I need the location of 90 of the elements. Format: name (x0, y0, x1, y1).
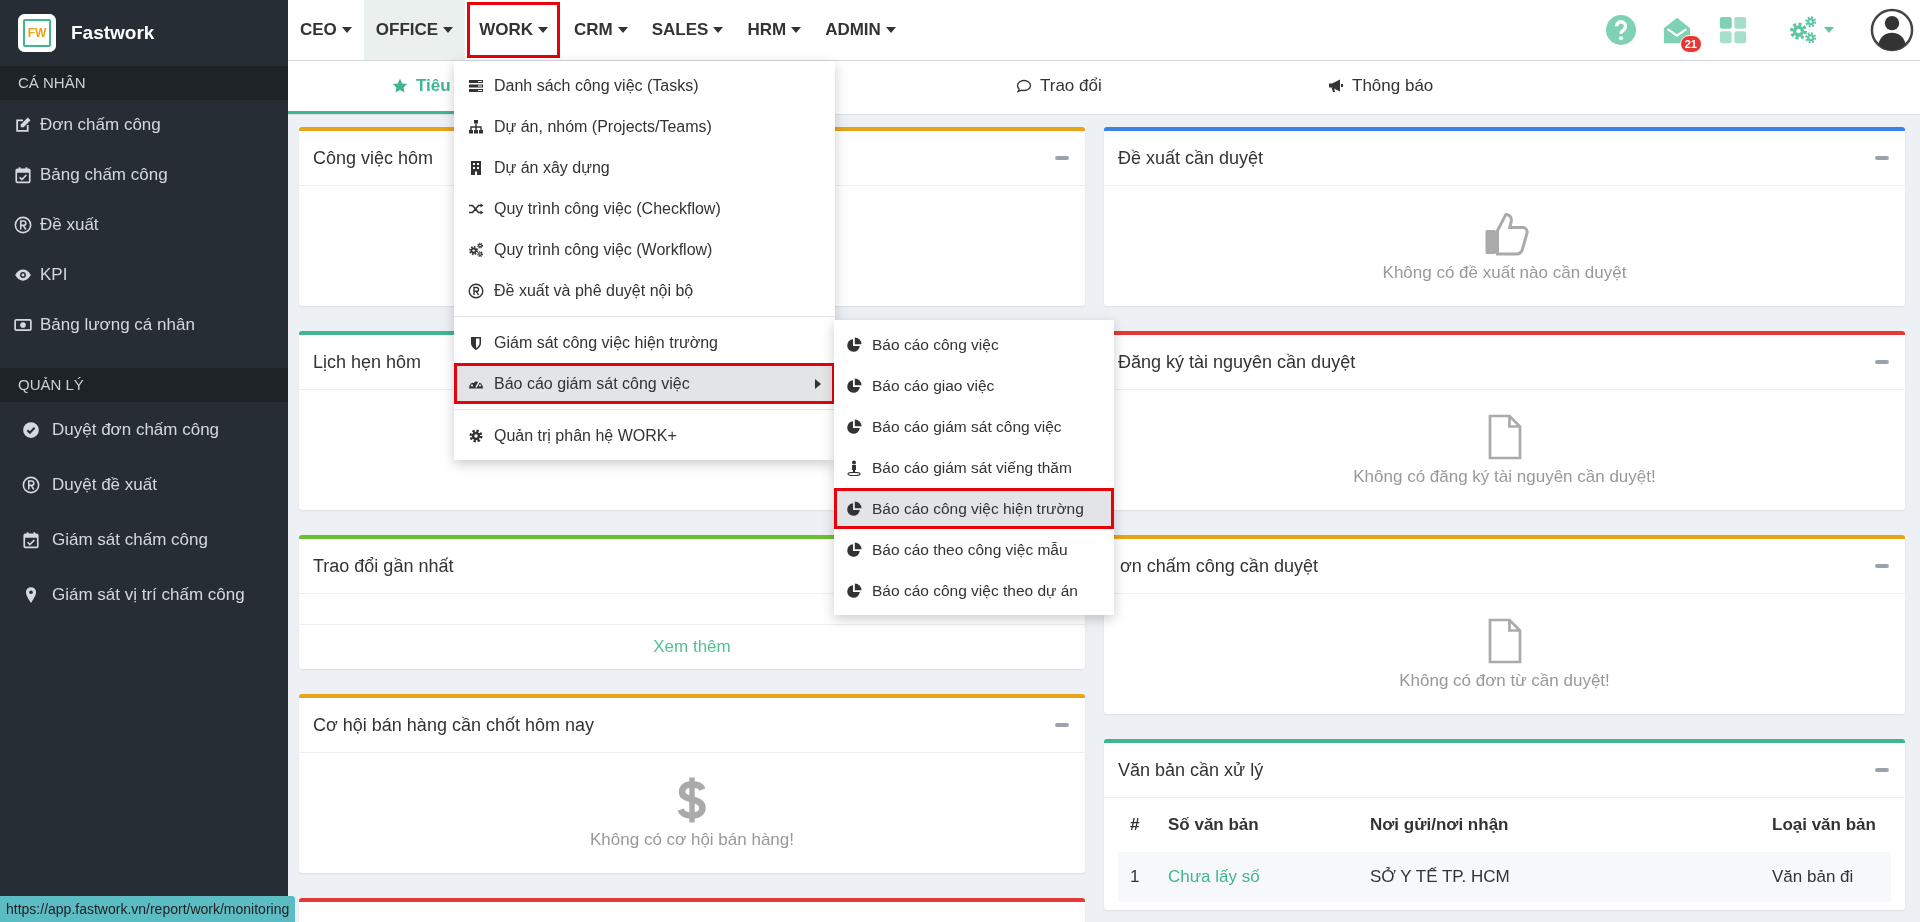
logo: FW (18, 14, 56, 52)
calendar-check-icon (14, 166, 32, 184)
sidebar-item[interactable]: Duyệt đề xuất (0, 457, 288, 512)
sidebar-item[interactable]: Giám sát vị trí chấm công (0, 567, 288, 622)
panel-title: Trao đổi gần nhất (313, 555, 454, 577)
column-header: Số văn bản (1167, 798, 1369, 852)
eye-icon (14, 266, 32, 284)
avatar-icon[interactable] (1870, 8, 1914, 52)
registered-icon (14, 216, 32, 234)
empty-message: Không có đề xuất nào cần duyệt (1382, 263, 1627, 283)
panel-title: Cơ hội bán hàng cần chốt hôm nay (313, 714, 594, 736)
menu-item[interactable]: Báo cáo công việc (834, 324, 1114, 365)
panel-title: Văn bản cần xử lý (1118, 759, 1264, 781)
panel-title: ơn chấm công cần duyệt (1119, 555, 1318, 577)
panel-title: Đề xuất cần duyệt (1118, 147, 1264, 169)
brand-name: Fastwork (71, 22, 155, 44)
sidebar-item[interactable]: Đơn chấm công (0, 100, 288, 150)
registered-icon (22, 475, 40, 494)
help-icon[interactable] (1606, 15, 1636, 45)
sidebar-item[interactable]: Duyệt đơn chấm công (0, 402, 288, 457)
gears-icon (468, 241, 484, 258)
sidebar-item[interactable]: KPI (0, 250, 288, 300)
nav-menu-item[interactable]: CEO (288, 0, 364, 60)
pie-chart-icon (846, 541, 862, 558)
tab[interactable]: Trao đổi (912, 61, 1224, 114)
collapse-button[interactable] (1875, 360, 1889, 364)
menu-item[interactable]: Quy trình công việc (Workflow) (454, 229, 835, 270)
sidebar-item[interactable]: Đề xuất (0, 200, 288, 250)
pie-chart-icon (846, 500, 862, 517)
panel-title: Đăng ký tài nguyên cần duyệt (1118, 351, 1356, 373)
apps-grid-icon[interactable] (1718, 15, 1748, 45)
nav-menu-item[interactable]: CRM (562, 0, 640, 60)
column-header: Nơi gửi/nơi nhận (1369, 798, 1771, 852)
sidebar-item[interactable]: Bảng lương cá nhân (0, 300, 288, 350)
menu-item[interactable]: Báo cáo giám sát công việc (454, 363, 835, 404)
nav-menu-item[interactable]: HRM (735, 0, 814, 60)
column-header: Loại văn bản (1771, 798, 1891, 852)
pie-chart-icon (846, 336, 862, 353)
collapse-button[interactable] (1875, 564, 1889, 568)
list-icon (468, 77, 484, 94)
tab[interactable]: Thông báo (1224, 61, 1536, 114)
person-pin-icon (846, 459, 862, 476)
menu-item[interactable]: Báo cáo giám sát viếng thăm (834, 447, 1114, 488)
settings-icon (468, 427, 484, 444)
registered-icon (468, 282, 484, 299)
section-header: CÁ NHÂN (0, 66, 288, 100)
panel-title: Công việc hôm (313, 147, 434, 169)
collapse-button[interactable] (1875, 156, 1889, 160)
menu-item[interactable]: Báo cáo theo công việc mẫu (834, 529, 1114, 570)
megaphone-icon (1328, 78, 1344, 94)
star-icon (392, 78, 408, 94)
nav-menu-item[interactable]: SALES (639, 0, 736, 60)
shield-icon (468, 334, 484, 351)
table-cell: 1 (1118, 852, 1167, 902)
menu-item[interactable]: Báo cáo giao việc (834, 365, 1114, 406)
sitemap-icon (468, 118, 484, 135)
nav-menu-item[interactable]: WORK (465, 0, 562, 60)
nav-menu-item[interactable]: OFFICE (363, 0, 466, 60)
gears-icon (1788, 15, 1818, 45)
table-cell: SỞ Y TẾ TP. HCM (1369, 852, 1771, 902)
collapse-button[interactable] (1055, 156, 1069, 160)
menu-item[interactable]: Đề xuất và phê duyệt nội bộ (454, 270, 835, 311)
status-url: https://app.fastwork.vn/report/work/monitoring (0, 896, 296, 922)
pie-chart-icon (846, 377, 862, 394)
sidebar-item[interactable]: Giám sát chấm công (0, 512, 288, 567)
nav-menu-item[interactable]: ADMIN (813, 0, 908, 60)
notification-badge: 21 (1679, 35, 1702, 53)
section-header: QUẢN LÝ (0, 368, 288, 402)
menu-item[interactable]: Quy trình công việc (Checkflow) (454, 188, 835, 229)
menu-item[interactable]: Báo cáo công việc hiện trường (834, 488, 1114, 529)
menu-item[interactable]: Báo cáo giám sát công việc (834, 406, 1114, 447)
menu-item[interactable]: Dự án xây dựng (454, 147, 835, 188)
speech-bubble-icon (1016, 78, 1032, 94)
pie-chart-icon (846, 582, 862, 599)
empty-message: Không có đăng ký tài nguyên cần duyệt! (1353, 467, 1656, 487)
edit-icon (14, 116, 32, 134)
collapse-button[interactable] (1055, 723, 1069, 727)
pie-chart-icon (846, 418, 862, 435)
panel-title: Lịch hẹn hôm (313, 351, 422, 373)
collapse-button[interactable] (1875, 768, 1889, 772)
banknote-icon (14, 316, 32, 334)
empty-message: Không có cơ hội bán hàng! (590, 830, 794, 850)
menu-item[interactable]: Báo cáo công việc theo dự án (834, 570, 1114, 611)
empty-message: Không có đơn từ cần duyệt! (1399, 671, 1610, 691)
column-header: # (1118, 798, 1167, 852)
building-icon (468, 159, 484, 176)
calendar-check-icon (22, 530, 40, 549)
table-cell: Văn bản đi (1771, 852, 1891, 902)
check-circle-icon (22, 420, 40, 439)
sidebar-item[interactable]: Bảng chấm công (0, 150, 288, 200)
